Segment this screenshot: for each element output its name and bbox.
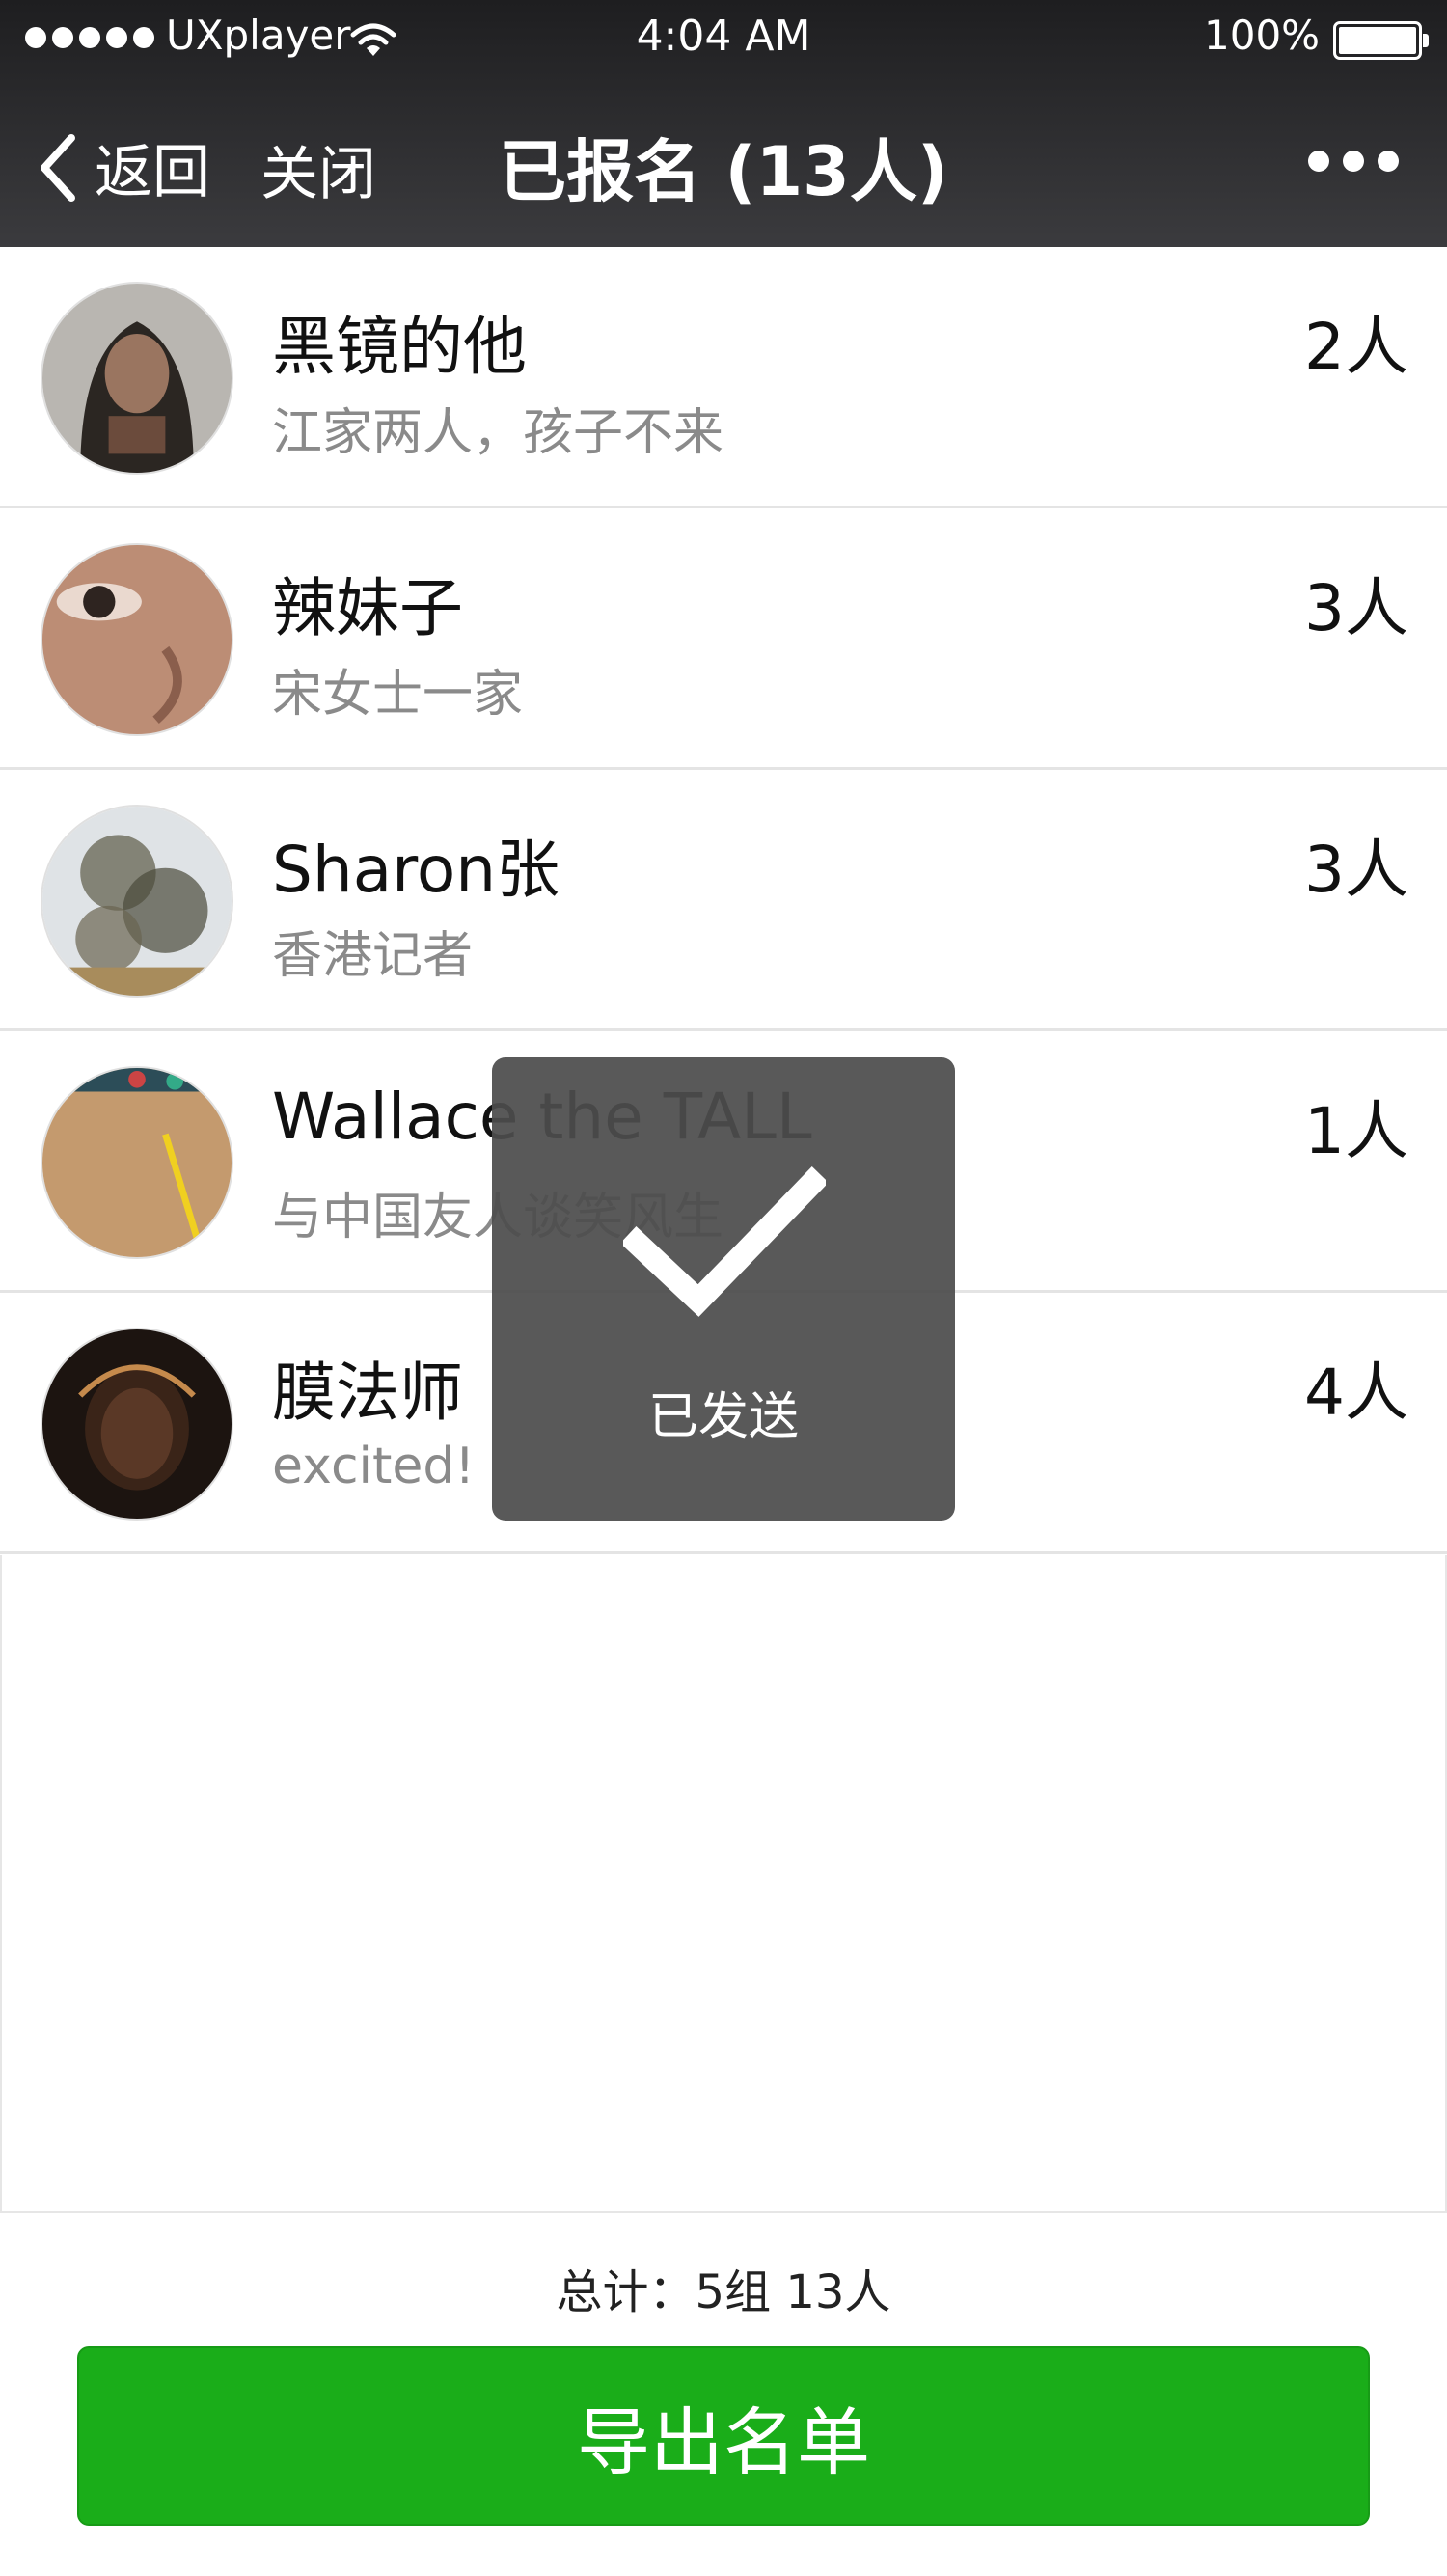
- list-item[interactable]: 黑镜的他 江家两人，孩子不来 2人: [0, 247, 1447, 508]
- avatar: [41, 805, 233, 998]
- page-title: 已报名 (13人): [499, 132, 948, 211]
- people-count: 2人: [1304, 310, 1408, 384]
- more-options-icon[interactable]: [1308, 151, 1399, 172]
- top-bar: UXplayer 4:04 AM 100% 返回 关闭 已报名 (13人): [0, 0, 1447, 247]
- registrant-note: 宋女士一家: [272, 666, 524, 724]
- export-list-button[interactable]: 导出名单: [77, 2346, 1370, 2526]
- checkmark-icon: [623, 1166, 826, 1317]
- battery-percentage: 100%: [1204, 12, 1321, 59]
- registrant-note: excited!: [272, 1438, 476, 1495]
- people-count: 3人: [1304, 571, 1408, 645]
- navigation-bar: 返回 关闭 已报名 (13人): [0, 81, 1447, 247]
- sent-toast: 已发送: [492, 1057, 955, 1521]
- total-summary: 总计：5组 13人: [556, 2265, 891, 2319]
- empty-list-area: [0, 1555, 1447, 2213]
- registrant-note: 香港记者: [272, 927, 474, 985]
- people-count: 4人: [1304, 1356, 1408, 1430]
- registrant-name: Sharon张: [272, 833, 560, 907]
- list-item[interactable]: Sharon张 香港记者 3人: [0, 770, 1447, 1031]
- people-count: 3人: [1304, 833, 1408, 907]
- avatar: [41, 543, 233, 736]
- list-item[interactable]: 辣妹子 宋女士一家 3人: [0, 508, 1447, 770]
- avatar: [41, 1328, 233, 1521]
- avatar: [41, 282, 233, 475]
- registrant-name: 膜法师: [272, 1356, 463, 1430]
- battery-icon: [1333, 21, 1429, 60]
- registrant-name: 辣妹子: [272, 571, 463, 645]
- registrant-name: 黑镜的他: [272, 310, 527, 384]
- toast-message: 已发送: [647, 1388, 799, 1446]
- status-bar: UXplayer 4:04 AM 100%: [0, 0, 1447, 81]
- registrant-note: 江家两人，孩子不来: [272, 404, 724, 462]
- people-count: 1人: [1304, 1094, 1408, 1168]
- avatar: [41, 1066, 233, 1259]
